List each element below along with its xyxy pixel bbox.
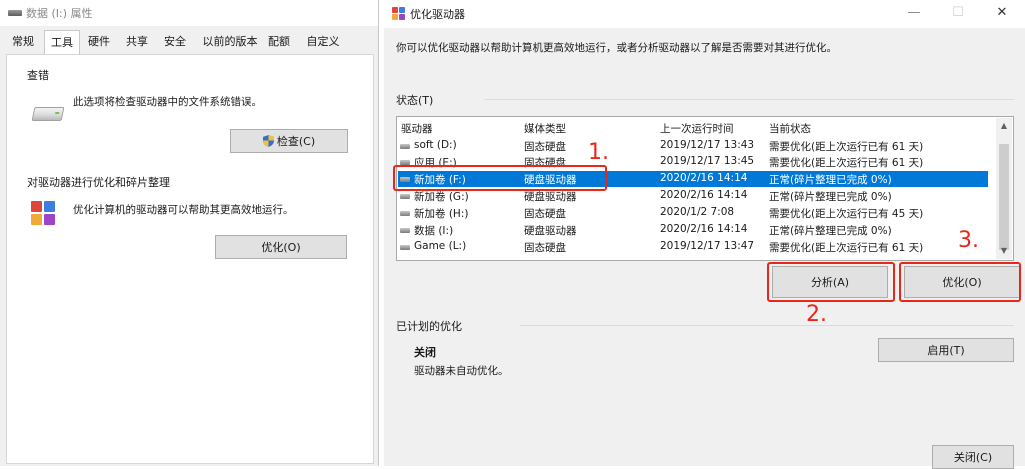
drive-media: 固态硬盘 bbox=[524, 208, 566, 220]
drive-name: soft (D:) bbox=[414, 139, 457, 151]
drive-status: 需要优化(距上次运行已有 45 天) bbox=[769, 208, 924, 220]
tools-panel: 查错 此选项将检查驱动器中的文件系统错误。 检查(C) 对驱动器进行优化和碎片整… bbox=[6, 54, 374, 464]
tab-security[interactable]: 安全 bbox=[158, 31, 192, 53]
drive-icon bbox=[400, 228, 410, 233]
column-header-drive[interactable]: 驱动器 bbox=[401, 121, 433, 136]
annotation-box-step2 bbox=[767, 262, 895, 302]
optimize-heading: 对驱动器进行优化和碎片整理 bbox=[27, 176, 170, 189]
error-check-heading: 查错 bbox=[27, 69, 49, 82]
drive-row-d[interactable]: soft (D:) 固态硬盘 2019/12/17 13:43 需要优化(距上次… bbox=[398, 138, 988, 154]
optimize-description: 优化计算机的驱动器可以帮助其更高效地运行。 bbox=[73, 204, 294, 216]
properties-tabs: 常规 工具 硬件 共享 安全 以前的版本 配额 自定义 bbox=[0, 30, 378, 55]
maximize-icon: ☐ bbox=[952, 5, 964, 20]
optimize-titlebar: 优化驱动器 — ☐ ✕ bbox=[384, 0, 1025, 28]
drive-icon bbox=[8, 10, 22, 16]
scroll-thumb[interactable] bbox=[999, 144, 1009, 250]
scroll-down-icon[interactable]: ▼ bbox=[996, 243, 1012, 259]
drive-row-l[interactable]: Game (L:) 固态硬盘 2019/12/17 13:47 需要优化(距上次… bbox=[398, 239, 988, 255]
check-button-label: 检查(C) bbox=[276, 135, 316, 148]
drive-properties-window: 数据 (I:) 属性 常规 工具 硬件 共享 安全 以前的版本 配额 自定义 查… bbox=[0, 0, 379, 466]
optimize-app-icon bbox=[392, 7, 405, 20]
scheduled-description: 驱动器未自动优化。 bbox=[414, 365, 509, 377]
optimize-intro-text: 你可以优化驱动器以帮助计算机更高效地运行，或者分析驱动器以了解是否需要对其进行优… bbox=[396, 42, 837, 54]
tab-previous-versions[interactable]: 以前的版本 bbox=[198, 31, 262, 53]
tab-general[interactable]: 常规 bbox=[6, 31, 40, 53]
drive-last-run: 2020/2/16 14:14 bbox=[660, 189, 748, 201]
column-header-status[interactable]: 当前状态 bbox=[769, 121, 811, 136]
drive-last-run: 2019/12/17 13:45 bbox=[660, 155, 755, 167]
drive-status: 需要优化(距上次运行已有 61 天) bbox=[769, 141, 924, 153]
annotation-box-step1 bbox=[393, 165, 607, 191]
drive-last-run: 2020/2/16 14:14 bbox=[660, 223, 748, 235]
close-window-button[interactable]: 关闭(C) bbox=[932, 445, 1014, 469]
drive-status: 正常(碎片整理已完成 0%) bbox=[769, 174, 892, 186]
drive-media: 固态硬盘 bbox=[524, 242, 566, 254]
drive-last-run: 2019/12/17 13:43 bbox=[660, 139, 755, 151]
drive-status: 需要优化(距上次运行已有 61 天) bbox=[769, 157, 924, 169]
optimize-drive-button[interactable]: 优化(O) bbox=[215, 235, 347, 259]
status-label: 状态(T) bbox=[396, 94, 434, 107]
status-divider bbox=[484, 99, 1014, 100]
tab-quota[interactable]: 配额 bbox=[262, 31, 296, 53]
tab-customize[interactable]: 自定义 bbox=[300, 31, 346, 53]
scheduled-state: 关闭 bbox=[414, 346, 436, 359]
drive-name: 数据 (I:) bbox=[414, 225, 454, 237]
drive-icon bbox=[400, 211, 410, 216]
drive-name: 新加卷 (H:) bbox=[414, 208, 469, 220]
drive-last-run: 2020/1/2 7:08 bbox=[660, 206, 735, 218]
annotation-box-step3 bbox=[899, 262, 1021, 302]
tab-sharing[interactable]: 共享 bbox=[120, 31, 154, 53]
column-header-last-run[interactable]: 上一次运行时间 bbox=[660, 121, 734, 136]
annotation-step3: 3. bbox=[958, 228, 979, 253]
uac-shield-icon bbox=[262, 135, 274, 147]
hard-drive-icon bbox=[31, 107, 65, 121]
check-button[interactable]: 检查(C) bbox=[230, 129, 348, 153]
scroll-up-icon[interactable]: ▲ bbox=[996, 118, 1012, 134]
drive-last-run: 2020/2/16 14:14 bbox=[660, 172, 748, 184]
drive-media: 固态硬盘 bbox=[524, 141, 566, 153]
column-header-media-type[interactable]: 媒体类型 bbox=[524, 121, 566, 136]
properties-titlebar: 数据 (I:) 属性 bbox=[0, 0, 378, 26]
tab-tools[interactable]: 工具 bbox=[44, 30, 80, 55]
scheduled-optimization-label: 已计划的优化 bbox=[396, 320, 462, 333]
defrag-icon bbox=[31, 201, 57, 227]
drive-last-run: 2019/12/17 13:47 bbox=[660, 240, 755, 252]
annotation-step2: 2. bbox=[806, 302, 827, 327]
drive-list-scrollbar[interactable]: ▲ ▼ bbox=[996, 118, 1012, 259]
scheduled-divider bbox=[520, 325, 1014, 326]
drive-name: 新加卷 (G:) bbox=[414, 191, 469, 203]
drive-status: 需要优化(距上次运行已有 61 天) bbox=[769, 242, 924, 254]
drive-icon bbox=[400, 245, 410, 250]
minimize-icon[interactable]: — bbox=[894, 2, 934, 24]
drive-media: 硬盘驱动器 bbox=[524, 225, 577, 237]
drive-status: 正常(碎片整理已完成 0%) bbox=[769, 225, 892, 237]
drive-icon bbox=[400, 144, 410, 149]
drive-status: 正常(碎片整理已完成 0%) bbox=[769, 191, 892, 203]
enable-button[interactable]: 启用(T) bbox=[878, 338, 1014, 362]
tab-hardware[interactable]: 硬件 bbox=[82, 31, 116, 53]
drive-name: Game (L:) bbox=[414, 240, 467, 252]
annotation-step1: 1. bbox=[588, 140, 609, 165]
optimize-drives-window: 优化驱动器 — ☐ ✕ 你可以优化驱动器以帮助计算机更高效地运行，或者分析驱动器… bbox=[384, 0, 1025, 469]
drive-media: 硬盘驱动器 bbox=[524, 191, 577, 203]
drive-row-i[interactable]: 数据 (I:) 硬盘驱动器 2020/2/16 14:14 正常(碎片整理已完成… bbox=[398, 222, 988, 238]
properties-title: 数据 (I:) 属性 bbox=[26, 7, 93, 20]
optimize-window-title: 优化驱动器 bbox=[410, 8, 465, 21]
error-check-description: 此选项将检查驱动器中的文件系统错误。 bbox=[73, 96, 262, 108]
close-icon[interactable]: ✕ bbox=[982, 2, 1022, 24]
drive-icon bbox=[400, 194, 410, 199]
drive-row-h[interactable]: 新加卷 (H:) 固态硬盘 2020/1/2 7:08 需要优化(距上次运行已有… bbox=[398, 205, 988, 221]
